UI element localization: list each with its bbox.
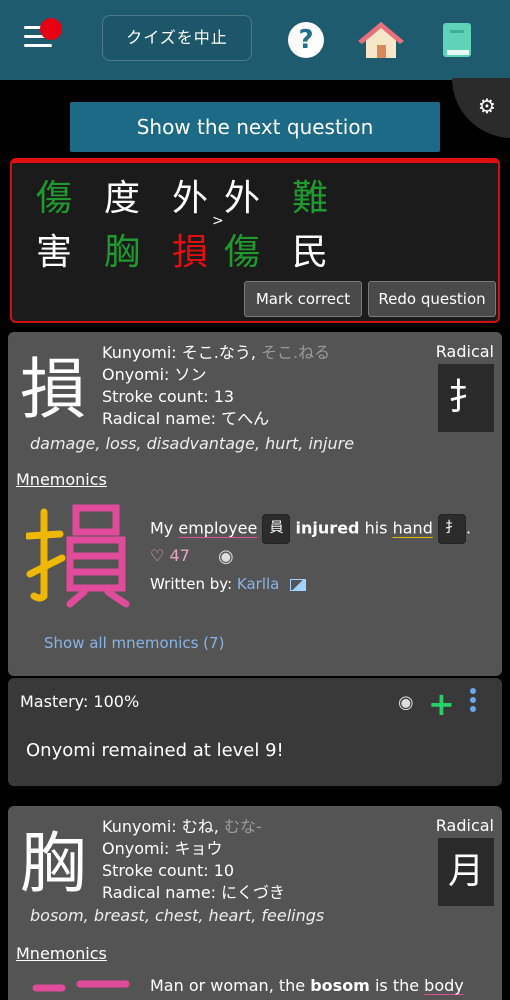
answer-grid: 傷 度 外 > 外 難 害 胸 損 傷 民 Mark correct Redo … [10, 158, 500, 323]
next-question-button[interactable]: Show the next question [70, 102, 440, 152]
mnemonic-meaning: bosom [310, 976, 370, 995]
image-icon[interactable] [290, 578, 307, 591]
written-by-label: Written by: [150, 575, 233, 593]
grid-kanji[interactable]: 傷 [36, 179, 72, 219]
like-count: 47 [169, 546, 190, 565]
mnemonics-link[interactable]: Mnemonics [16, 470, 107, 489]
stroke-count: Stroke count: 10 [102, 861, 235, 880]
mark-correct-button[interactable]: Mark correct [244, 281, 362, 317]
mnemonic-kanji-image [24, 500, 136, 610]
grid-kanji[interactable]: 外 [224, 179, 260, 219]
mnemonic-keyword: hand [392, 518, 433, 538]
grid-kanji[interactable]: 傷 [224, 233, 260, 273]
home-icon[interactable] [358, 20, 404, 60]
kanji-info: Kunyomi: むね, むな- Onyomi: キョウ Stroke coun… [102, 816, 285, 904]
kunyomi-value: むね, [181, 817, 219, 836]
kanji-character: 損 [20, 351, 86, 428]
mnemonic-period: . [465, 518, 472, 538]
meanings: bosom, breast, chest, heart, feelings [30, 906, 325, 925]
mnemonic-word: his [364, 518, 388, 538]
meanings: damage, loss, disadvantage, hurt, injure [30, 434, 355, 453]
onyomi: Onyomi: ソン [102, 365, 207, 384]
kunyomi-value: そこ.なう, [181, 343, 256, 362]
show-all-mnemonics-link[interactable]: Show all mnemonics (7) [44, 634, 224, 652]
component-chip[interactable]: 員 [262, 514, 291, 544]
notification-dot [40, 18, 62, 40]
book-icon[interactable] [442, 22, 472, 58]
mnemonic-kanji-image [26, 974, 136, 1000]
like-button[interactable]: ♡ 47 [150, 546, 190, 565]
redo-question-button[interactable]: Redo question [368, 281, 496, 317]
gear-icon[interactable]: ⚙ [478, 94, 496, 118]
radical-name: Radical name: てへん [102, 409, 270, 428]
mnemonic-author: Written by: Karlla [150, 575, 307, 593]
help-icon[interactable]: ? [288, 22, 324, 58]
mnemonic-keyword: employee [178, 518, 258, 538]
mnemonic-word: Man or woman, the [150, 976, 306, 995]
quit-quiz-button[interactable]: クイズを中止 [102, 15, 252, 61]
kanji-info: Kunyomi: そこ.なう, そこ.ねる Onyomi: ソン Stroke … [102, 342, 330, 430]
grid-kanji[interactable]: 民 [292, 233, 328, 273]
kanji-character: 胸 [20, 825, 86, 902]
kunyomi-label: Kunyomi: [102, 343, 177, 362]
radical-box[interactable]: 扌 [438, 364, 494, 432]
grid-kanji[interactable]: 害 [36, 233, 72, 273]
mnemonic-word: My [150, 518, 174, 538]
mnemonics-link[interactable]: Mnemonics [16, 944, 107, 963]
mnemonic-word: is the [374, 976, 420, 995]
radical-label: Radical [435, 816, 494, 835]
author-link[interactable]: Karlla [237, 575, 279, 593]
arrow-icon: > [212, 213, 224, 229]
top-bar: クイズを中止 ? [0, 0, 510, 80]
component-chip[interactable]: 扌 [437, 514, 466, 544]
mastery-panel: Mastery: 100% ◉ + Onyomi remained at lev… [8, 678, 502, 786]
grid-kanji[interactable]: 損 [172, 233, 208, 273]
mastery-message: Onyomi remained at level 9! [26, 740, 284, 761]
mastery-label: Mastery: 100% [20, 692, 140, 711]
eye-icon[interactable]: ◉ [218, 546, 234, 567]
mnemonic-meaning: injured [295, 518, 360, 538]
grid-kanji[interactable]: 胸 [104, 233, 140, 273]
mnemonic-text: Man or woman, the bosom is the body part [150, 972, 500, 1000]
more-options-icon[interactable] [470, 688, 476, 715]
grid-kanji[interactable]: 難 [292, 179, 328, 219]
grid-kanji[interactable]: 度 [104, 179, 140, 219]
kunyomi-secondary: むな- [223, 817, 262, 836]
onyomi: Onyomi: キョウ [102, 839, 223, 858]
add-icon[interactable]: + [428, 686, 455, 722]
radical-label: Radical [435, 342, 494, 361]
eye-icon[interactable]: ◉ [398, 692, 414, 713]
stroke-count: Stroke count: 13 [102, 387, 235, 406]
radical-box[interactable]: 月 [438, 838, 494, 906]
mnemonic-text: My employee 員 injured his hand 扌. [150, 514, 490, 544]
kunyomi-label: Kunyomi: [102, 817, 177, 836]
grid-kanji[interactable]: 外 [172, 179, 208, 219]
kanji-card: 胸 Kunyomi: むね, むな- Onyomi: キョウ Stroke co… [8, 806, 502, 1000]
radical-name: Radical name: にくづき [102, 883, 285, 902]
kanji-card: 損 Kunyomi: そこ.なう, そこ.ねる Onyomi: ソン Strok… [8, 332, 502, 676]
kunyomi-secondary: そこ.ねる [261, 343, 331, 362]
